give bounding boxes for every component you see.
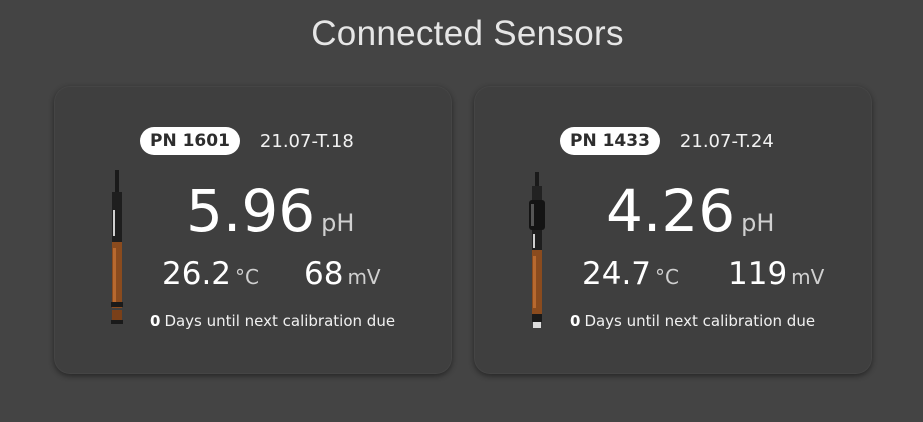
calibration-days-value: 0 xyxy=(150,312,161,330)
temperature-value: 24.7 xyxy=(582,256,652,292)
sensor-header: PN 1433 21.07-T.24 xyxy=(560,126,774,156)
temperature-value: 26.2 xyxy=(162,256,232,292)
ph-electrode-icon xyxy=(106,170,128,334)
millivolt-reading: 119 mV xyxy=(728,256,824,292)
temperature-reading: 26.2 °C xyxy=(162,256,259,292)
millivolt-unit: mV xyxy=(347,265,381,289)
calibration-status: 0 Days until next calibration due xyxy=(150,312,395,330)
part-number-badge: PN 1601 xyxy=(140,127,240,155)
sensor-header: PN 1601 21.07-T.18 xyxy=(140,126,354,156)
serial-number: 21.07-T.18 xyxy=(259,130,354,152)
sensor-card[interactable]: PN 1601 21.07-T.18 5.96 pH 26.2 °C 68 mV 0D… xyxy=(54,86,452,374)
ph-electrode-with-cap-icon xyxy=(524,172,550,338)
calibration-days-text: Days until next calibration due xyxy=(584,312,816,330)
temperature-reading: 24.7 °C xyxy=(582,256,679,292)
calibration-status: 0 Days until next calibration due xyxy=(570,312,815,330)
millivolt-unit: mV xyxy=(791,265,825,289)
ph-value: 5.96 xyxy=(186,177,316,245)
ph-unit: pH xyxy=(321,209,355,237)
ph-unit: pH xyxy=(741,209,775,237)
millivolt-reading: 68 mV xyxy=(304,256,381,292)
millivolt-value: 68 xyxy=(304,256,344,292)
calibration-days-text: Days until next calibration due xyxy=(164,312,396,330)
ph-value: 4.26 xyxy=(606,177,736,245)
serial-number: 21.07-T.24 xyxy=(679,130,774,152)
temperature-unit: °C xyxy=(235,265,259,289)
part-number-badge: PN 1433 xyxy=(560,127,660,155)
ph-reading: 5.96 pH xyxy=(186,176,354,246)
millivolt-value: 119 xyxy=(728,256,788,292)
temperature-unit: °C xyxy=(655,265,679,289)
ph-reading: 4.26 pH xyxy=(606,176,774,246)
sensor-card[interactable]: PN 1433 21.07-T.24 4.26 pH 24.7 °C 119 mV 0… xyxy=(474,86,872,374)
page-title: Connected Sensors xyxy=(311,14,624,53)
calibration-days-value: 0 xyxy=(570,312,581,330)
